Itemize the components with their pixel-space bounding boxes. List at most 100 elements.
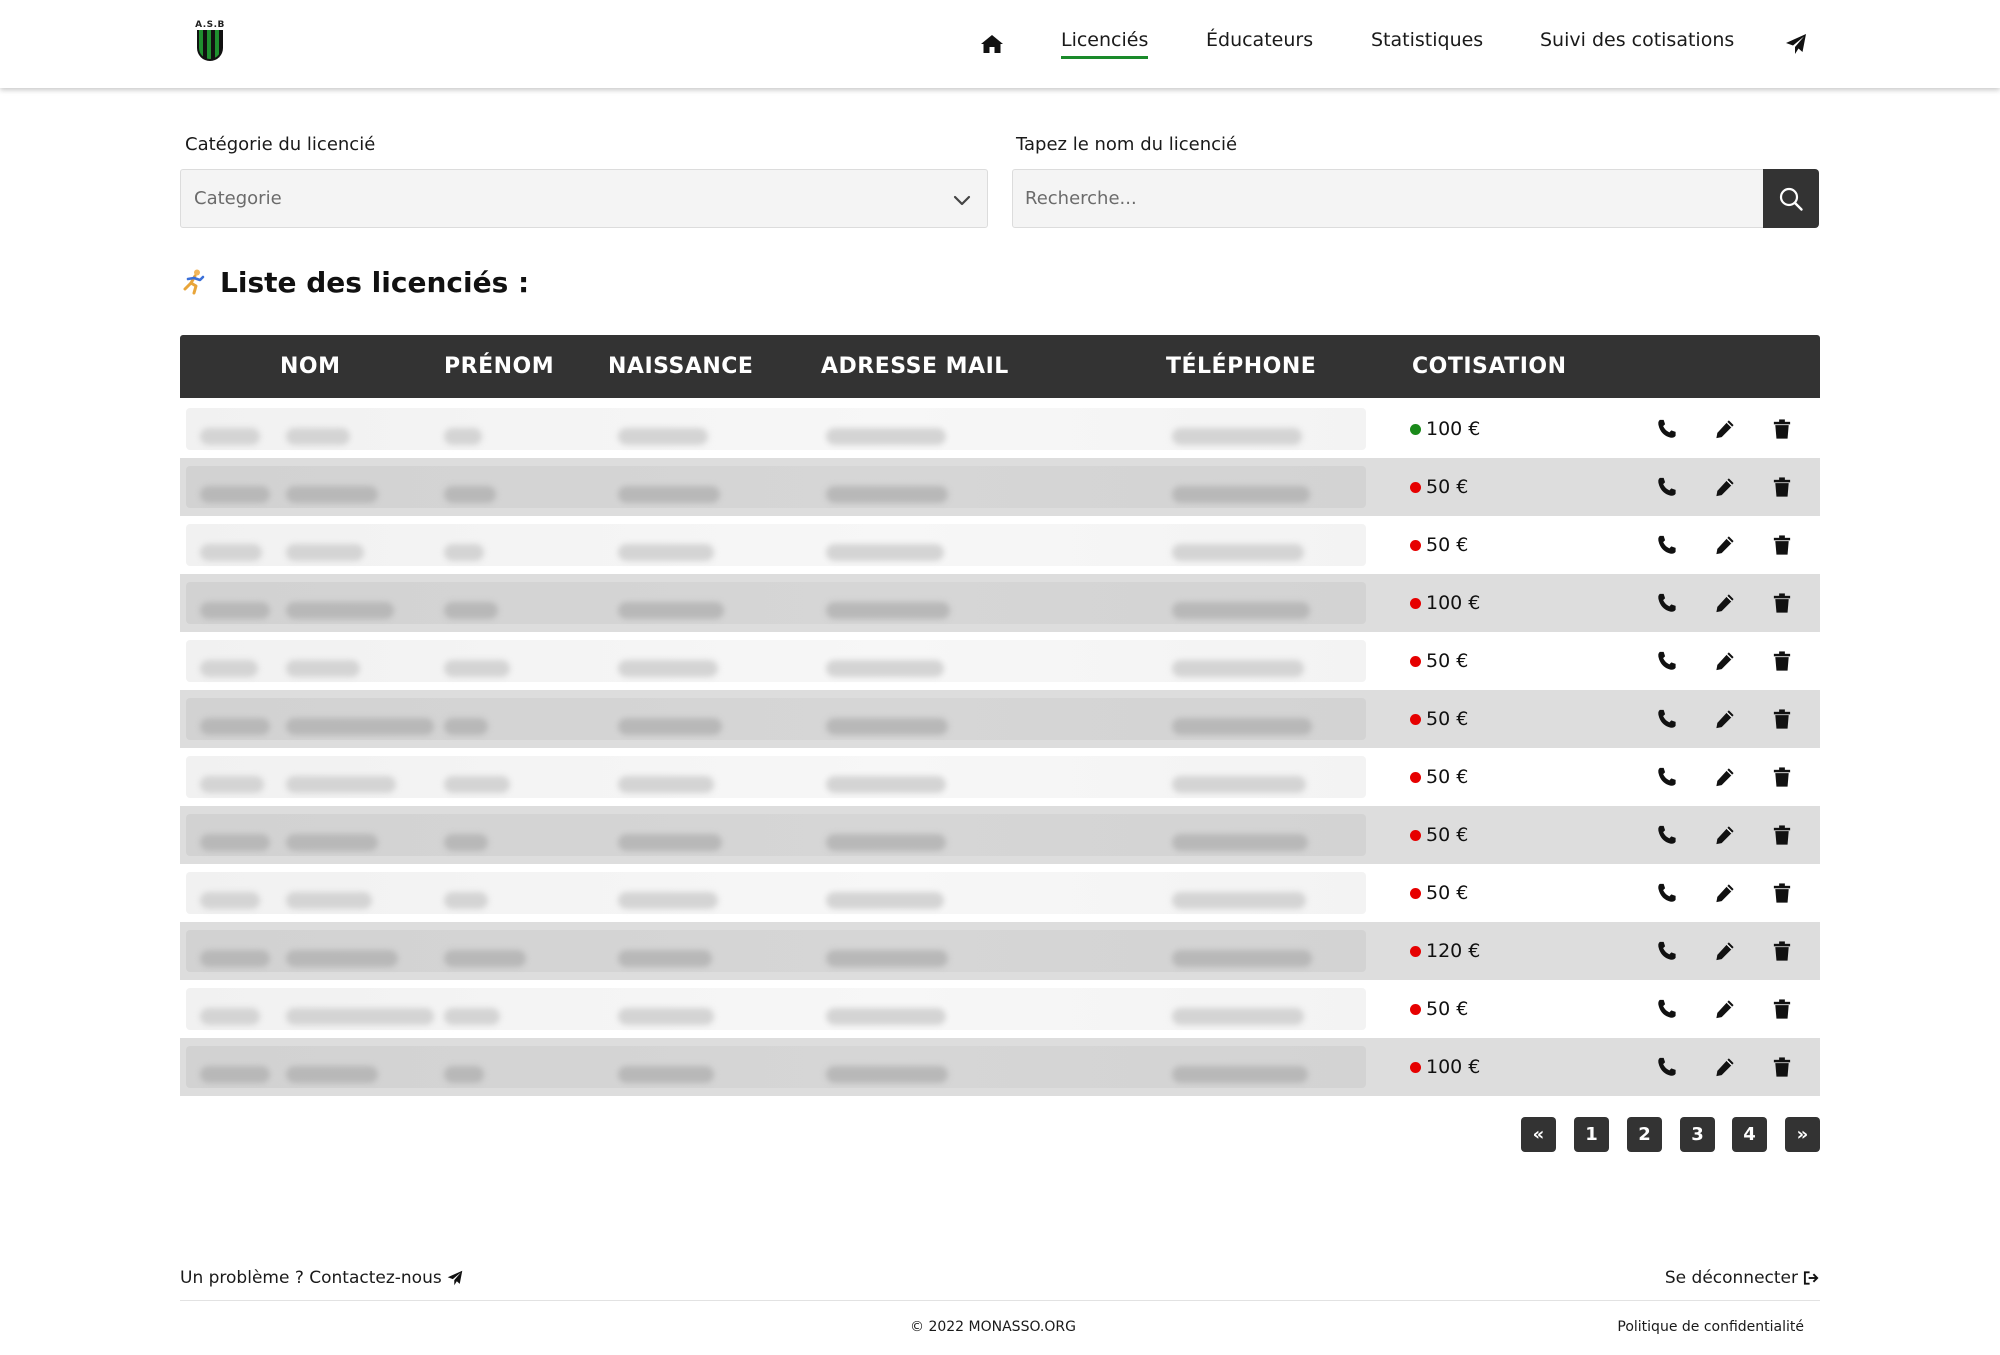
redacted-personal-data [186,988,1366,1030]
blurred-cell [444,776,510,793]
nav-educateurs[interactable]: Éducateurs [1206,29,1313,51]
edit-button[interactable] [1713,417,1737,441]
delete-button[interactable] [1770,707,1794,731]
contact-text: Un problème ? Contactez-nous [180,1268,442,1288]
delete-button[interactable] [1770,997,1794,1021]
delete-button[interactable] [1770,765,1794,789]
call-button[interactable] [1655,939,1679,963]
category-select[interactable]: Categorie [180,169,988,228]
cotisation-cell: 100 € [1410,400,1480,458]
pagination-prev[interactable]: « [1521,1117,1556,1152]
table-row: 100 € [180,400,1820,458]
nav-contact[interactable] [1784,0,1808,88]
call-button[interactable] [1655,533,1679,557]
col-prenom[interactable]: PRÉNOM [444,335,554,398]
edit-button[interactable] [1713,823,1737,847]
edit-button[interactable] [1713,649,1737,673]
edit-button[interactable] [1713,591,1737,615]
delete-button[interactable] [1770,1055,1794,1079]
col-naissance[interactable]: NAISSANCE [608,335,753,398]
call-button[interactable] [1655,707,1679,731]
nav-licencies[interactable]: Licenciés [1061,29,1149,59]
edit-button[interactable] [1713,1055,1737,1079]
blurred-cell [286,1008,434,1025]
col-adresse-mail[interactable]: ADRESSE MAIL [821,335,1009,398]
call-button[interactable] [1655,417,1679,441]
blurred-cell [826,718,948,735]
blurred-cell [286,776,396,793]
blurred-cell [286,950,398,967]
delete-button[interactable] [1770,475,1794,499]
redacted-personal-data [186,466,1366,508]
trash-icon [1773,535,1791,555]
call-button[interactable] [1655,881,1679,905]
blurred-cell [826,428,946,445]
pagination-page-2[interactable]: 2 [1627,1117,1662,1152]
trash-icon [1773,477,1791,497]
cotisation-cell: 50 € [1410,806,1468,864]
delete-button[interactable] [1770,881,1794,905]
call-button[interactable] [1655,765,1679,789]
col-cotisation[interactable]: COTISATION [1412,335,1567,398]
edit-button[interactable] [1713,707,1737,731]
call-button[interactable] [1655,475,1679,499]
pencil-icon [1716,478,1734,497]
cotisation-amount: 50 € [1426,476,1469,498]
pagination-page-1[interactable]: 1 [1574,1117,1609,1152]
col-telephone[interactable]: TÉLÉPHONE [1166,335,1316,398]
table-row: 50 € [180,864,1820,922]
call-button[interactable] [1655,823,1679,847]
logout-link[interactable]: Se déconnecter [1665,1268,1820,1288]
pencil-icon [1716,768,1734,787]
pencil-icon [1716,1000,1734,1019]
call-button[interactable] [1655,649,1679,673]
edit-button[interactable] [1713,997,1737,1021]
delete-button[interactable] [1770,649,1794,673]
trash-icon [1773,419,1791,439]
call-button[interactable] [1655,591,1679,615]
pagination-next[interactable]: » [1785,1117,1820,1152]
delete-button[interactable] [1770,823,1794,847]
edit-button[interactable] [1713,533,1737,557]
edit-button[interactable] [1713,765,1737,789]
search-button[interactable] [1763,169,1819,228]
table-header: NOM PRÉNOM NAISSANCE ADRESSE MAIL TÉLÉPH… [180,335,1820,398]
status-dot [1410,539,1421,551]
nav-statistiques[interactable]: Statistiques [1371,29,1483,51]
privacy-link[interactable]: Politique de confidentialité [1617,1319,1804,1335]
delete-button[interactable] [1770,939,1794,963]
blurred-cell [444,660,510,677]
blurred-cell [444,1066,484,1083]
blurred-cell [200,1066,270,1083]
status-dot [1410,713,1421,725]
pagination-page-3[interactable]: 3 [1680,1117,1715,1152]
category-placeholder: Categorie [194,188,282,209]
blurred-cell [618,428,708,445]
col-nom[interactable]: NOM [280,335,341,398]
call-button[interactable] [1655,1055,1679,1079]
redacted-personal-data [186,872,1366,914]
table-row: 50 € [180,748,1820,806]
search-input[interactable] [1013,170,1763,227]
delete-button[interactable] [1770,533,1794,557]
blurred-cell [200,1008,260,1025]
blurred-cell [1172,834,1308,851]
cotisation-cell: 50 € [1410,458,1468,516]
delete-button[interactable] [1770,591,1794,615]
nav-home[interactable] [978,0,1006,88]
pagination-page-4[interactable]: 4 [1732,1117,1767,1152]
club-logo[interactable]: A.S.B [194,20,226,62]
delete-button[interactable] [1770,417,1794,441]
category-label: Catégorie du licencié [185,134,376,155]
cotisation-amount: 100 € [1426,418,1481,440]
blurred-cell [200,718,270,735]
edit-button[interactable] [1713,881,1737,905]
table-row: 100 € [180,1038,1820,1096]
call-button[interactable] [1655,997,1679,1021]
trash-icon [1773,883,1791,903]
edit-button[interactable] [1713,939,1737,963]
blurred-cell [286,660,360,677]
edit-button[interactable] [1713,475,1737,499]
contact-link[interactable]: Un problème ? Contactez-nous [180,1268,463,1288]
nav-suivi-cotisations[interactable]: Suivi des cotisations [1540,29,1734,51]
